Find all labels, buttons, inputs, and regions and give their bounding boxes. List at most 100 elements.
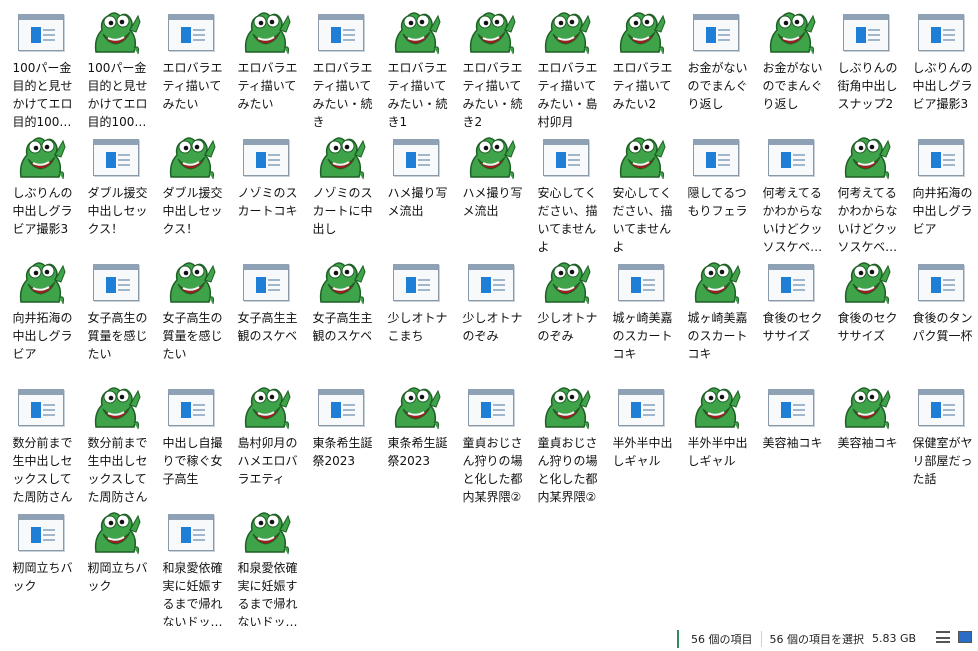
frog-icon bbox=[161, 133, 221, 181]
file-item[interactable]: ノゾミのスカートに中出し bbox=[303, 131, 378, 256]
file-item[interactable]: 中出し自撮りで稼ぐ女子高生 bbox=[153, 381, 228, 506]
file-name-label: 中出し自撮りで稼ぐ女子高生 bbox=[162, 436, 223, 486]
file-name-label: 保健室がヤリ部屋だった話 bbox=[912, 436, 973, 486]
file-name-label: 城ヶ崎美嘉のスカートコキ bbox=[612, 311, 673, 361]
file-item[interactable]: エロバラエティ描いてみたい・続き1 bbox=[378, 6, 453, 131]
window-icon bbox=[686, 133, 746, 181]
file-item[interactable]: 少しオトナのぞみ bbox=[528, 256, 603, 381]
file-item[interactable]: 半外半中出しギャル bbox=[678, 381, 753, 506]
file-item[interactable]: 東条希生誕祭2023 bbox=[303, 381, 378, 506]
file-item[interactable]: しぶりんの街角中出しスナップ2 bbox=[828, 6, 903, 131]
file-item[interactable]: ハメ撮り写メ流出 bbox=[378, 131, 453, 256]
file-item[interactable]: 美容袖コキ bbox=[753, 381, 828, 506]
file-name-label: 女子高生主観のスケベ bbox=[237, 311, 298, 343]
file-item[interactable]: エロバラエティ描いてみたい bbox=[228, 6, 303, 131]
file-name-label: 少しオトナこまち bbox=[387, 311, 448, 343]
file-item[interactable]: 100パー金目的と見せかけてエロ目的100… bbox=[78, 6, 153, 131]
file-name-label: エロバラエティ描いてみたい bbox=[237, 61, 298, 111]
file-name-label: 童貞おじさん狩りの場と化した都内某界隈② bbox=[462, 436, 523, 504]
window-icon bbox=[161, 508, 221, 556]
file-item[interactable]: 食後のタンパク質一杯 bbox=[903, 256, 978, 381]
file-item[interactable]: 向井拓海の中出しグラビア bbox=[903, 131, 978, 256]
file-item[interactable]: 100パー金目的と見せかけてエロ目的100… bbox=[3, 6, 78, 131]
file-item[interactable]: 和泉愛依確実に妊娠するまで帰れないドッ… bbox=[153, 506, 228, 631]
file-item[interactable]: 美容袖コキ bbox=[828, 381, 903, 506]
window-icon bbox=[761, 133, 821, 181]
window-icon bbox=[11, 8, 71, 56]
file-name-label: お金がないのでまんぐり返し bbox=[762, 61, 823, 111]
file-name-label: エロバラエティ描いてみたい・島村卯月 bbox=[537, 61, 598, 129]
file-item[interactable]: エロバラエティ描いてみたい2 bbox=[603, 6, 678, 131]
file-item[interactable]: しぶりんの中出しグラビア撮影3 bbox=[903, 6, 978, 131]
file-name-label: 女子高生主観のスケベ bbox=[312, 311, 373, 343]
file-name-label: しぶりんの中出しグラビア撮影3 bbox=[12, 186, 73, 236]
frog-icon bbox=[386, 383, 446, 431]
file-item[interactable]: 少しオトナのぞみ bbox=[453, 256, 528, 381]
window-icon bbox=[86, 133, 146, 181]
file-name-label: しぶりんの中出しグラビア撮影3 bbox=[912, 61, 973, 111]
file-item[interactable]: 食後のセクササイズ bbox=[753, 256, 828, 381]
file-item[interactable]: 数分前まで生中出しセックスしてた周防さん bbox=[3, 381, 78, 506]
file-item[interactable]: 城ヶ崎美嘉のスカートコキ bbox=[678, 256, 753, 381]
status-bar: 56 個の項目 56 個の項目を選択 5.83 GB bbox=[0, 626, 978, 651]
large-icons-view-icon[interactable] bbox=[958, 631, 972, 643]
file-name-label: ハメ撮り写メ流出 bbox=[462, 186, 523, 218]
file-item[interactable]: 城ヶ崎美嘉のスカートコキ bbox=[603, 256, 678, 381]
file-item[interactable]: ハメ撮り写メ流出 bbox=[453, 131, 528, 256]
file-item[interactable]: 食後のセクササイズ bbox=[828, 256, 903, 381]
window-icon bbox=[611, 258, 671, 306]
window-icon bbox=[11, 508, 71, 556]
file-item[interactable]: 少しオトナこまち bbox=[378, 256, 453, 381]
window-icon bbox=[761, 258, 821, 306]
file-item[interactable]: 女子高生主観のスケベ bbox=[303, 256, 378, 381]
details-view-icon[interactable] bbox=[936, 631, 950, 643]
file-item[interactable]: ダブル援交中出しセックス！ bbox=[153, 131, 228, 256]
file-item[interactable]: 籾岡立ちバック bbox=[78, 506, 153, 631]
file-item[interactable]: 童貞おじさん狩りの場と化した都内某界隈② bbox=[528, 381, 603, 506]
file-item[interactable]: 島村卯月のハメエロバラエティ bbox=[228, 381, 303, 506]
file-name-label: 美容袖コキ bbox=[837, 436, 898, 450]
file-item[interactable]: 何考えてるかわからないけどクッソスケベ… bbox=[828, 131, 903, 256]
file-item[interactable]: お金がないのでまんぐり返し bbox=[753, 6, 828, 131]
file-item[interactable]: エロバラエティ描いてみたい・続き bbox=[303, 6, 378, 131]
file-item[interactable]: エロバラエティ描いてみたい・続き2 bbox=[453, 6, 528, 131]
status-accent-bar bbox=[677, 629, 679, 648]
file-item[interactable]: エロバラエティ描いてみたい bbox=[153, 6, 228, 131]
file-grid: 100パー金目的と見せかけてエロ目的100… 100パー金目的と見せかけてエロ目… bbox=[3, 6, 978, 629]
file-item[interactable]: 童貞おじさん狩りの場と化した都内某界隈② bbox=[453, 381, 528, 506]
file-item[interactable]: 和泉愛依確実に妊娠するまで帰れないドッ… bbox=[228, 506, 303, 631]
file-item[interactable]: 東条希生誕祭2023 bbox=[378, 381, 453, 506]
window-icon bbox=[386, 133, 446, 181]
file-item[interactable]: 女子高生主観のスケベ bbox=[228, 256, 303, 381]
frog-icon bbox=[461, 133, 521, 181]
file-item[interactable]: ノゾミのスカートコキ bbox=[228, 131, 303, 256]
frog-icon bbox=[311, 258, 371, 306]
file-item[interactable]: エロバラエティ描いてみたい・島村卯月 bbox=[528, 6, 603, 131]
frog-icon bbox=[536, 8, 596, 56]
selection-count-text: 56 個の項目を選択 bbox=[769, 632, 865, 646]
window-icon bbox=[911, 258, 971, 306]
file-item[interactable]: ダブル援交中出しセックス！ bbox=[78, 131, 153, 256]
file-name-label: 籾岡立ちバック bbox=[12, 561, 73, 593]
file-name-label: 半外半中出しギャル bbox=[687, 436, 748, 468]
file-name-label: 何考えてるかわからないけどクッソスケベ… bbox=[837, 186, 898, 254]
file-item[interactable]: お金がないのでまんぐり返し bbox=[678, 6, 753, 131]
item-count-text: 56 個の項目 bbox=[691, 632, 753, 646]
file-item[interactable]: 保健室がヤリ部屋だった話 bbox=[903, 381, 978, 506]
file-item[interactable]: 籾岡立ちバック bbox=[3, 506, 78, 631]
window-icon bbox=[461, 258, 521, 306]
file-item[interactable]: 数分前まで生中出しセックスしてた周防さん bbox=[78, 381, 153, 506]
file-item[interactable]: 安心してください、描いてませんよ bbox=[528, 131, 603, 256]
file-item[interactable]: しぶりんの中出しグラビア撮影3 bbox=[3, 131, 78, 256]
file-item[interactable]: 隠してるつもりフェラ bbox=[678, 131, 753, 256]
file-name-label: エロバラエティ描いてみたい bbox=[162, 61, 223, 111]
file-item[interactable]: 向井拓海の中出しグラビア bbox=[3, 256, 78, 381]
file-item[interactable]: 安心してください、描いてませんよ bbox=[603, 131, 678, 256]
file-item[interactable]: 何考えてるかわからないけどクッソスケベ… bbox=[753, 131, 828, 256]
file-name-label: 島村卯月のハメエロバラエティ bbox=[237, 436, 298, 486]
frog-icon bbox=[161, 258, 221, 306]
window-icon bbox=[161, 383, 221, 431]
file-item[interactable]: 半外半中出しギャル bbox=[603, 381, 678, 506]
file-item[interactable]: 女子高生の質量を感じたい bbox=[78, 256, 153, 381]
file-item[interactable]: 女子高生の質量を感じたい bbox=[153, 256, 228, 381]
